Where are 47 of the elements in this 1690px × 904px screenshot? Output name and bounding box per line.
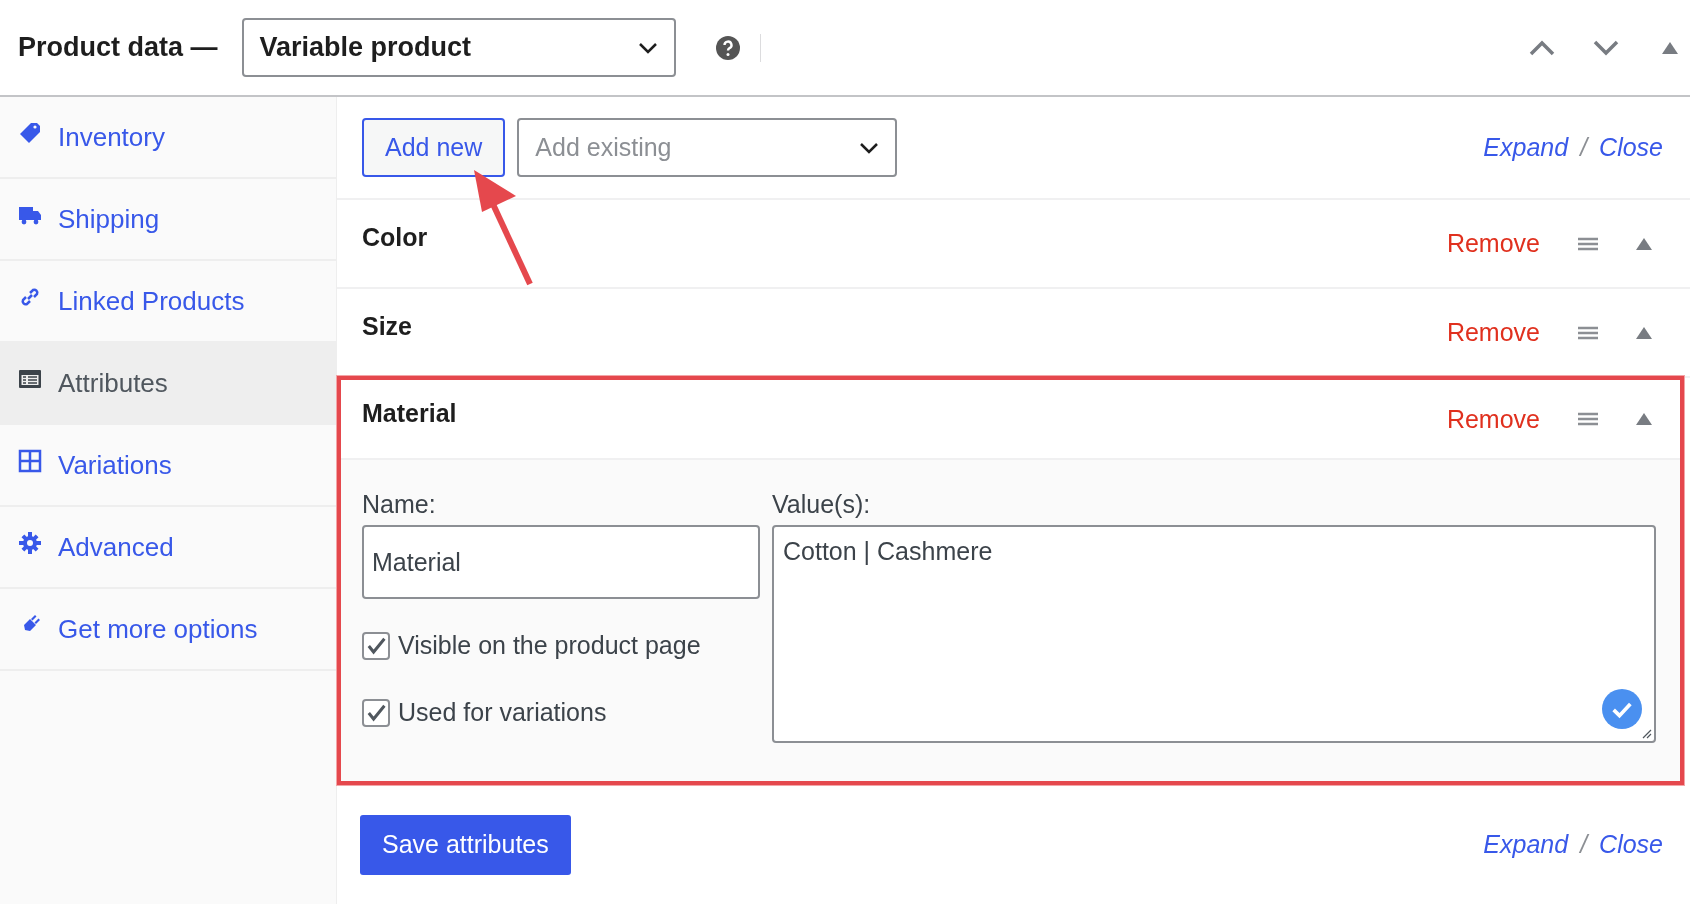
panel-title: Product data — — [18, 32, 218, 63]
expand-link[interactable]: Expand — [1483, 830, 1569, 859]
values-textarea[interactable]: Cotton | Cashmere — [772, 525, 1656, 743]
expand-link[interactable]: Expand — [1483, 133, 1569, 162]
sidebar-tab[interactable]: Attributes — [0, 343, 336, 425]
checkbox-label: Used for variations — [398, 698, 607, 727]
separator-text: / — [1580, 830, 1588, 859]
checkbox[interactable] — [362, 631, 390, 660]
remove-link[interactable]: Remove — [1446, 404, 1540, 434]
checkbox[interactable] — [362, 698, 390, 727]
separator-text: / — [1580, 133, 1588, 162]
chevron-down-icon[interactable] — [1592, 38, 1620, 57]
sidebar-tab[interactable]: Inventory — [0, 97, 336, 179]
close-link[interactable]: Close — [1599, 133, 1663, 162]
list-card-icon — [18, 367, 42, 391]
attribute-name: Material — [362, 398, 457, 428]
drag-handle-icon[interactable] — [1578, 412, 1598, 426]
add-new-button[interactable]: Add new — [362, 118, 506, 177]
attribute-name: Size — [362, 312, 413, 341]
values-label: Value(s): — [772, 490, 872, 519]
product-type-select[interactable]: Variable product — [241, 18, 676, 77]
name-input[interactable]: Material — [362, 525, 760, 599]
attribute-name: Color — [362, 223, 428, 252]
remove-link[interactable]: Remove — [1446, 318, 1540, 347]
sidebar-tab[interactable]: Shipping — [0, 179, 336, 261]
chevron-down-icon — [637, 41, 658, 54]
grid-icon — [18, 449, 42, 473]
collapse-triangle-icon[interactable] — [1636, 237, 1652, 250]
gear-icon — [18, 531, 42, 555]
checkbox-label: Visible on the product page — [398, 631, 701, 660]
drag-handle-icon[interactable] — [1578, 236, 1598, 251]
chevron-up-icon[interactable] — [1528, 38, 1556, 57]
close-link[interactable]: Close — [1599, 830, 1663, 859]
tag-icon — [18, 121, 42, 145]
help-icon[interactable] — [715, 35, 740, 60]
collapse-triangle-icon[interactable] — [1662, 41, 1678, 54]
chevron-down-icon — [859, 141, 880, 154]
add-existing-select[interactable]: Add existing — [517, 118, 898, 177]
values-text: Cotton | Cashmere — [783, 537, 993, 565]
remove-link[interactable]: Remove — [1446, 229, 1540, 258]
name-label: Name: — [362, 490, 437, 519]
resize-grip-icon[interactable] — [1642, 729, 1652, 739]
collapse-triangle-icon[interactable] — [1636, 326, 1652, 339]
check-badge-icon — [1602, 689, 1642, 729]
collapse-triangle-icon[interactable] — [1636, 413, 1652, 425]
drag-handle-icon[interactable] — [1578, 325, 1598, 340]
save-attributes-button[interactable]: Save attributes — [360, 814, 571, 875]
